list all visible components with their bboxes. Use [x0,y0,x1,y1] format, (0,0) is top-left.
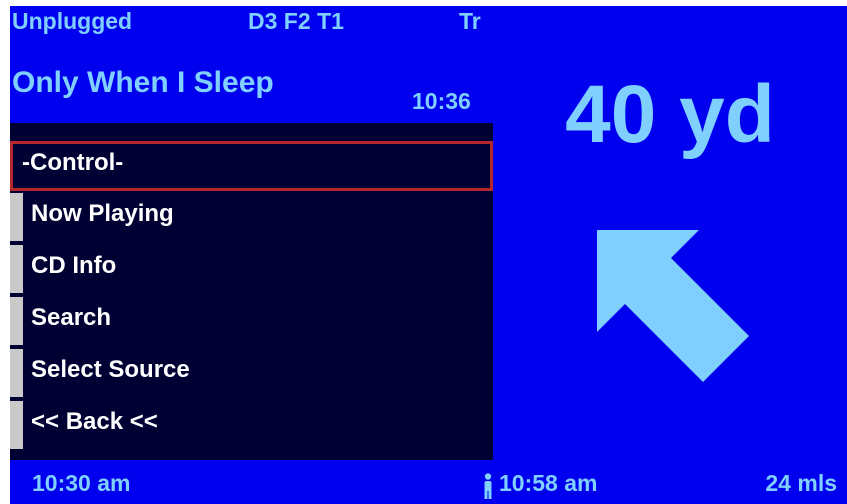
menu-item-label: Search [31,304,112,331]
menu-tab [10,245,23,293]
menu-item-now-playing[interactable]: Now Playing [10,193,493,245]
menu-item-back[interactable]: << Back << [10,401,493,453]
walker-icon [484,473,492,499]
song-title: Only When I Sleep [12,66,274,99]
elapsed-time: 10:36 [412,88,471,114]
album-title: Unplugged [12,8,133,34]
menu-item-label: Now Playing [31,200,174,227]
distance-readout: 40 yd [565,69,775,160]
track-code: D3 F2 T1 [248,8,344,34]
menu-tab [10,193,23,241]
menu-item-cd-info[interactable]: CD Info [10,245,493,297]
menu-tab [10,349,23,397]
remaining-distance: 24 mls [765,470,837,496]
current-time: 10:30 am [32,470,131,496]
menu-item-label: << Back << [31,408,158,435]
menu-item-control[interactable]: -Control- [10,141,493,193]
arrival-time: 10:58 am [499,470,598,496]
arrow-up-left-icon [597,230,749,382]
status-bar: 10:30 am 10:58 am 24 mls [10,460,847,504]
menu-item-search[interactable]: Search [10,297,493,349]
navigation-panel: 40 yd [493,6,847,460]
menu-item-select-source[interactable]: Select Source [10,349,493,401]
menu-item-label: -Control- [22,149,124,176]
now-playing-header: Unplugged D3 F2 T1 Tr Only When I Sleep … [10,6,493,123]
play-mode: Tr [459,8,481,34]
media-panel: Unplugged D3 F2 T1 Tr Only When I Sleep … [10,6,493,460]
menu-tab [10,297,23,345]
menu-tab [10,401,23,449]
media-menu: -Control- Now Playing CD Info Search Sel… [10,141,493,453]
menu-item-label: CD Info [31,252,117,279]
menu-item-label: Select Source [31,356,190,383]
